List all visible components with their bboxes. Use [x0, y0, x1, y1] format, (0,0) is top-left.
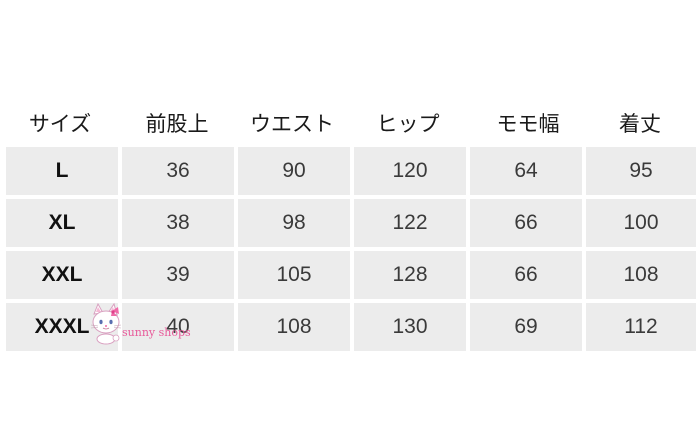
- size-cell: XXL: [6, 251, 118, 299]
- waist-cell: 90: [238, 147, 350, 195]
- header-size: サイズ: [28, 112, 92, 136]
- length-cell: 100: [586, 199, 696, 247]
- header-waist: ウエスト: [250, 112, 334, 136]
- header-thigh-width: モモ幅: [496, 112, 560, 136]
- waist-cell: 98: [238, 199, 350, 247]
- hip-cell: 120: [354, 147, 466, 195]
- front-rise-cell: 36: [122, 147, 234, 195]
- size-cell: XL: [6, 199, 118, 247]
- table-row: XXL 39 105 128 66 108: [6, 251, 696, 299]
- watermark-text: sunny shops: [122, 326, 191, 339]
- header-front-rise: 前股上: [145, 112, 209, 136]
- hip-cell: 130: [354, 303, 466, 351]
- thigh-width-cell: 66: [470, 251, 582, 299]
- size-cell: L: [6, 147, 118, 195]
- thigh-width-cell: 69: [470, 303, 582, 351]
- cat-logo-icon: [90, 302, 122, 345]
- front-rise-cell: 38: [122, 199, 234, 247]
- shop-watermark: sunny shops: [86, 302, 206, 346]
- length-cell: 108: [586, 251, 696, 299]
- table-row: L 36 90 120 64 95: [6, 147, 696, 195]
- front-rise-cell: 39: [122, 251, 234, 299]
- length-cell: 112: [586, 303, 696, 351]
- header-hip: ヒップ: [376, 112, 440, 136]
- thigh-width-cell: 66: [470, 199, 582, 247]
- thigh-width-cell: 64: [470, 147, 582, 195]
- hip-cell: 122: [354, 199, 466, 247]
- table-row: XL 38 98 122 66 100: [6, 199, 696, 247]
- length-cell: 95: [586, 147, 696, 195]
- header-length: 着丈: [619, 112, 661, 136]
- table-header-row: サイズ 前股上 ウエスト ヒップ モモ幅 着丈: [0, 104, 700, 144]
- waist-cell: 108: [238, 303, 350, 351]
- hip-cell: 128: [354, 251, 466, 299]
- waist-cell: 105: [238, 251, 350, 299]
- size-chart-table: サイズ 前股上 ウエスト ヒップ モモ幅 着丈 L 36 90 120 64 9…: [0, 0, 700, 422]
